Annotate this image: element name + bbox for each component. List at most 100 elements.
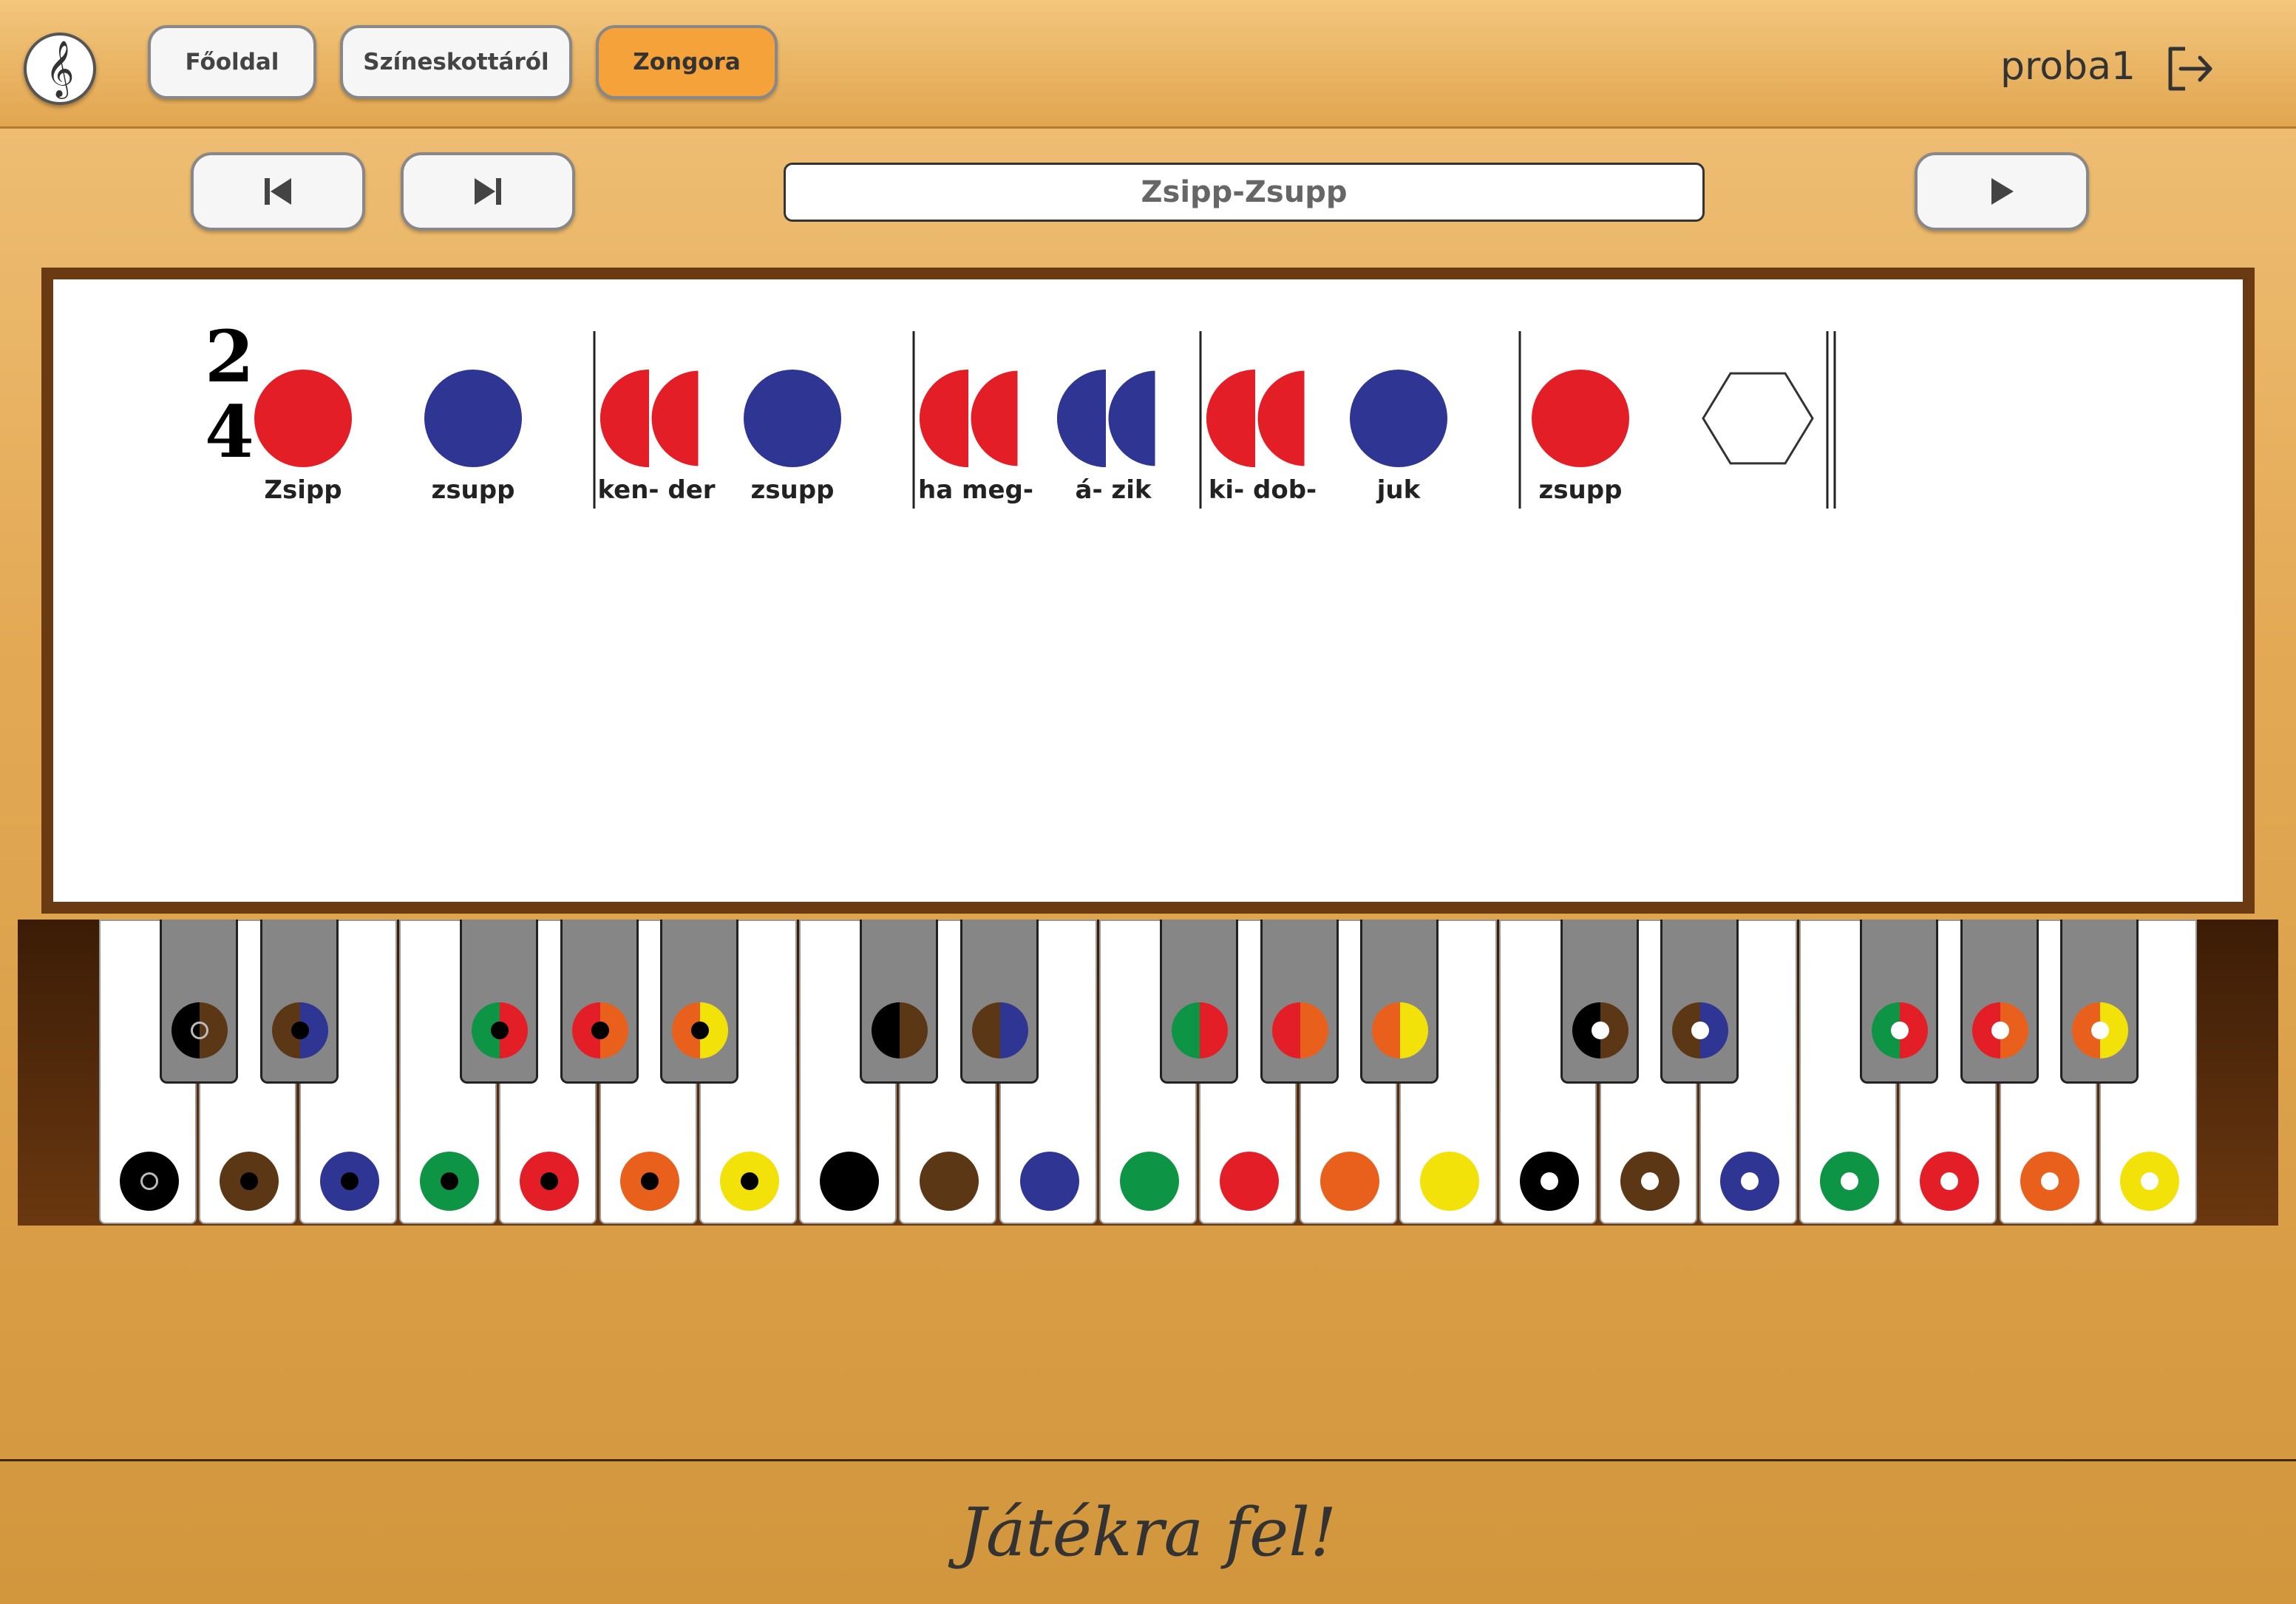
note-quarter: [744, 370, 841, 467]
key-octave-marker: [640, 1172, 659, 1190]
key-color-dot: [1220, 1152, 1280, 1211]
note-quarter: [254, 370, 352, 467]
score-sheet: 2 4 Zsipp zsupp ken- der zsupp ha meg-á- zik ki…: [53, 279, 2243, 902]
piano-black-key[interactable]: [1260, 920, 1339, 1084]
key-octave-marker: [1841, 1172, 1859, 1190]
piano-black-key[interactable]: [1160, 920, 1239, 1084]
key-color-dot: [920, 1152, 979, 1211]
score-notation: 24 Zsipp zsupp ken- der zsupp ha meg-á- zik ki…: [205, 315, 1836, 509]
piano-black-key[interactable]: [1359, 920, 1439, 1084]
time-signature-bottom: 4: [205, 390, 254, 474]
skip-back-icon: [265, 178, 291, 205]
piano-black-key[interactable]: [659, 920, 738, 1084]
time-signature-top: 2: [205, 315, 254, 398]
play-icon: [1991, 178, 2014, 205]
lyric-text: ki- dob-: [1209, 475, 1317, 505]
lyric-text: zsupp: [1539, 475, 1623, 505]
lyric-text: juk: [1376, 475, 1422, 505]
key-color-dot: [1319, 1152, 1379, 1211]
key-color-dot: [719, 1152, 779, 1211]
key-color-dot: [2020, 1152, 2079, 1211]
key-octave-marker: [291, 1022, 309, 1039]
piano-black-key[interactable]: [160, 920, 239, 1084]
key-octave-marker: [440, 1172, 458, 1190]
piano-black-key[interactable]: [1560, 920, 1639, 1084]
play-button[interactable]: [1915, 152, 2089, 231]
previous-song-button[interactable]: [191, 152, 365, 231]
key-octave-marker: [340, 1172, 359, 1190]
key-octave-marker: [540, 1172, 559, 1190]
key-color-dot: [271, 1002, 328, 1058]
key-octave-marker: [491, 1022, 509, 1039]
piano-black-key[interactable]: [860, 920, 939, 1084]
key-color-dot: [571, 1002, 628, 1058]
key-color-dot: [120, 1152, 179, 1211]
key-color-dot: [1572, 1002, 1628, 1058]
song-title: Zsipp-Zsupp: [784, 163, 1705, 222]
lyric-text: ken- der: [597, 475, 715, 505]
nav-fooldal-button[interactable]: Főoldal: [148, 25, 316, 99]
key-color-dot: [1620, 1152, 1679, 1211]
lyric-text: ha meg-: [918, 475, 1033, 505]
key-octave-marker: [140, 1172, 158, 1190]
key-octave-marker: [740, 1172, 758, 1190]
key-color-dot: [2120, 1152, 2179, 1211]
key-octave-marker: [1591, 1022, 1609, 1039]
note-quarter: [1350, 370, 1447, 467]
key-color-dot: [1371, 1002, 1428, 1058]
key-color-dot: [872, 1002, 928, 1058]
key-octave-marker: [2141, 1172, 2159, 1190]
key-color-dot: [1520, 1152, 1580, 1211]
piano-black-key[interactable]: [2060, 920, 2139, 1084]
key-color-dot: [520, 1152, 580, 1211]
key-color-dot: [671, 1002, 728, 1058]
piano-black-key[interactable]: [1660, 920, 1739, 1084]
note-quarter: [424, 370, 522, 467]
piano-black-key[interactable]: [259, 920, 339, 1084]
skip-forward-icon: [475, 178, 501, 205]
key-color-dot: [971, 1002, 1028, 1058]
piano-black-key[interactable]: [1860, 920, 1939, 1084]
key-color-dot: [1872, 1002, 1929, 1058]
logout-icon[interactable]: [2163, 43, 2215, 95]
lyric-text: zsupp: [432, 475, 515, 505]
piano-black-key[interactable]: [560, 920, 639, 1084]
key-color-dot: [1172, 1002, 1229, 1058]
key-octave-marker: [1891, 1022, 1909, 1039]
key-octave-marker: [1940, 1172, 1959, 1190]
footer-slogan: Játékra fel!: [0, 1459, 2296, 1604]
key-octave-marker: [191, 1022, 209, 1039]
key-octave-marker: [591, 1022, 609, 1039]
lyric-text: Zsipp: [264, 475, 342, 505]
piano-black-key[interactable]: [1960, 920, 2039, 1084]
key-octave-marker: [1691, 1022, 1709, 1039]
note-eighth-left-fill: [600, 370, 649, 467]
nav-zongora-button[interactable]: Zongora: [596, 25, 778, 99]
lyric-text: zsupp: [751, 475, 835, 505]
key-color-dot: [1920, 1152, 1980, 1211]
key-octave-marker: [690, 1022, 709, 1039]
key-octave-marker: [2091, 1022, 2109, 1039]
piano-black-key[interactable]: [460, 920, 539, 1084]
treble-clef-logo-icon[interactable]: 𝄞: [24, 33, 96, 105]
key-color-dot: [419, 1152, 479, 1211]
next-song-button[interactable]: [401, 152, 575, 231]
key-color-dot: [1971, 1002, 2028, 1058]
key-color-dot: [319, 1152, 379, 1211]
key-octave-marker: [240, 1172, 259, 1190]
nav-szineskottarol-button[interactable]: Színeskottáról: [340, 25, 572, 99]
key-octave-marker: [1541, 1172, 1559, 1190]
key-color-dot: [1719, 1152, 1779, 1211]
username-label: proba1: [2000, 44, 2136, 89]
note-quarter: [1532, 370, 1629, 467]
key-octave-marker: [1640, 1172, 1659, 1190]
key-octave-marker: [2040, 1172, 2059, 1190]
piano-black-key[interactable]: [960, 920, 1039, 1084]
key-octave-marker: [1991, 1022, 2009, 1039]
key-color-dot: [1120, 1152, 1179, 1211]
key-color-dot: [1271, 1002, 1328, 1058]
key-color-dot: [1019, 1152, 1079, 1211]
note-eighth-left-fill: [1057, 370, 1106, 467]
rest-symbol: [1702, 372, 1814, 465]
key-color-dot: [472, 1002, 529, 1058]
